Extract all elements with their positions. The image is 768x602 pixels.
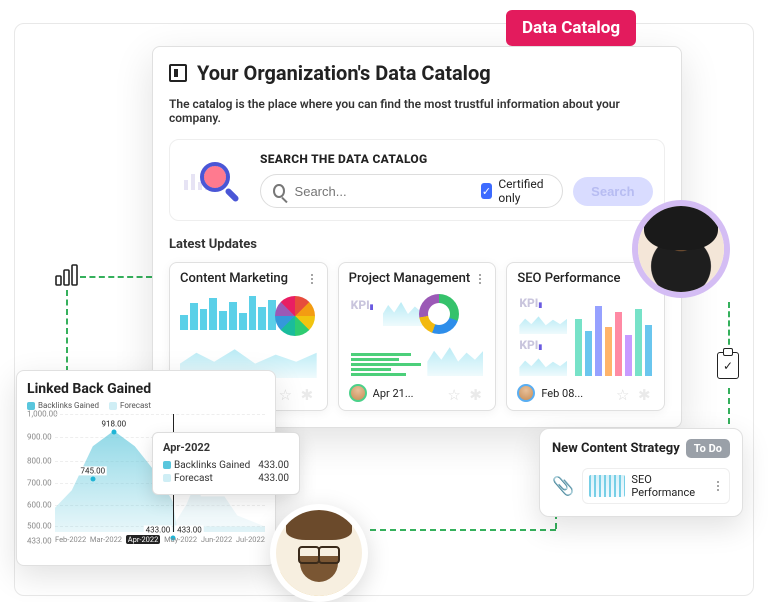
more-icon[interactable] — [307, 272, 317, 286]
chart-thumbnail-icon — [589, 475, 625, 497]
x-axis: Feb-2022 Mar-2022 Apr-2022 May-2022 Jun-… — [55, 535, 265, 544]
data-catalog-badge: Data Catalog — [506, 10, 636, 46]
avatar — [517, 384, 535, 402]
donut-chart-icon — [419, 294, 459, 334]
search-icon — [273, 184, 285, 198]
grouped-bars-icon — [575, 294, 652, 376]
certified-label: Certified only — [498, 177, 550, 205]
kpi-label: KPI▮ — [351, 298, 374, 312]
card-date: Apr 21... — [373, 387, 442, 400]
new-content-strategy-card[interactable]: New Content Strategy To Do 📎 SEO Perform… — [539, 428, 743, 517]
card-title: SEO Performance — [517, 271, 620, 286]
catalog-title: Your Organization's Data Catalog — [197, 61, 491, 85]
chart-title: Linked Back Gained — [27, 381, 265, 397]
star-icon[interactable] — [616, 385, 632, 401]
search-label: SEARCH THE DATA CATALOG — [260, 152, 653, 166]
connector-line — [728, 302, 730, 354]
chart-legend: Backlinks Gained Forecast — [27, 401, 265, 410]
hbar-icon — [351, 353, 421, 376]
settings-icon[interactable] — [469, 385, 485, 401]
checkbox-checked-icon: ✓ — [481, 183, 493, 199]
avatar — [349, 384, 367, 402]
card-project-management[interactable]: Project Management KPI▮ Apr 21... — [338, 262, 497, 411]
settings-icon[interactable] — [301, 385, 317, 401]
clipboard-check-icon — [717, 352, 739, 379]
connector-line — [370, 529, 556, 531]
more-icon[interactable] — [475, 272, 485, 286]
star-icon[interactable] — [447, 385, 463, 401]
ncs-title: New Content Strategy — [552, 441, 680, 456]
paperclip-icon: 📎 — [552, 476, 574, 497]
more-icon[interactable] — [713, 479, 723, 493]
certified-only-checkbox[interactable]: ✓ Certified only — [481, 177, 551, 205]
attachment-chip[interactable]: SEO Performance — [582, 468, 730, 504]
card-date: Feb 08... — [541, 387, 610, 400]
search-field[interactable]: ✓ Certified only — [260, 174, 563, 208]
chip-label: SEO Performance — [631, 473, 707, 499]
tooltip-month: Apr-2022 — [163, 441, 289, 454]
connector-line — [66, 290, 68, 372]
card-title: Project Management — [349, 271, 470, 286]
search-input[interactable] — [295, 184, 471, 199]
search-button[interactable]: Search — [573, 177, 652, 206]
star-icon[interactable] — [279, 385, 295, 401]
connector-line — [80, 276, 152, 278]
avatar — [632, 200, 730, 298]
card-title: Content Marketing — [180, 271, 288, 286]
status-badge: To Do — [686, 439, 730, 458]
avatar — [270, 504, 368, 602]
pie-chart-icon — [275, 296, 315, 336]
chart-tooltip: Apr-2022 Backlinks Gained433.00 Forecast… — [152, 432, 300, 495]
search-graphic-icon — [184, 154, 246, 206]
search-panel: SEARCH THE DATA CATALOG ✓ Certified only… — [169, 139, 665, 221]
catalog-subtitle: The catalog is the place where you can f… — [169, 97, 665, 125]
bar-chart-icon — [54, 262, 80, 292]
settings-icon[interactable] — [638, 385, 654, 401]
catalog-icon — [169, 64, 187, 82]
latest-updates-heading: Latest Updates — [169, 237, 665, 252]
